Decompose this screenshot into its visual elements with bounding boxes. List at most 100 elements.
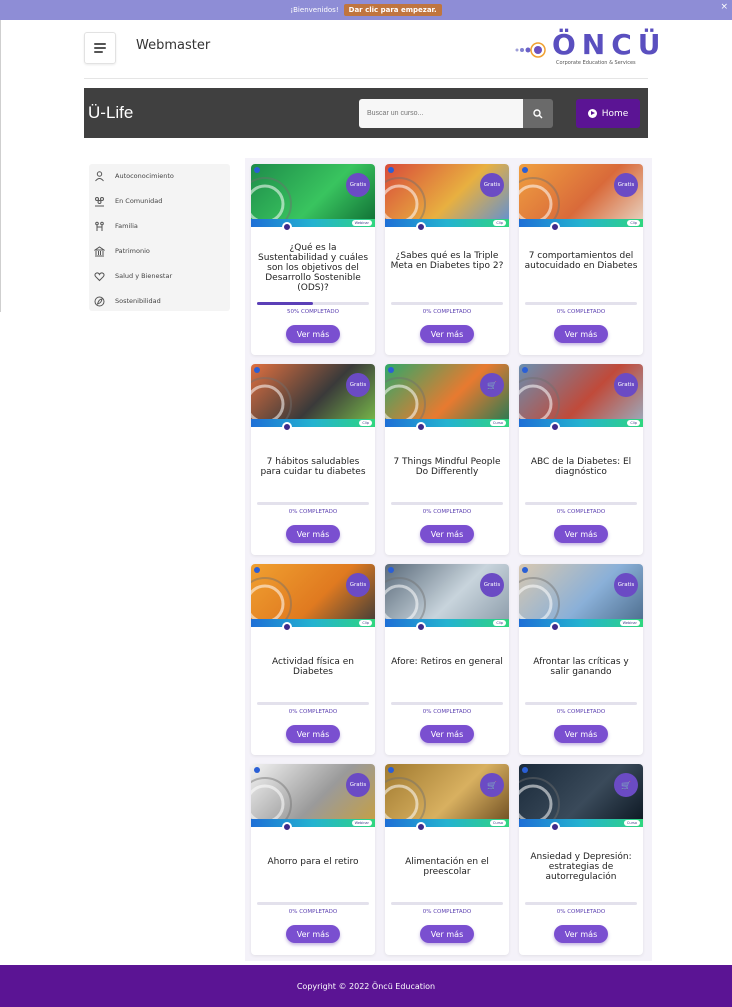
course-thumbnail[interactable]: Gratis — [251, 564, 375, 627]
progress-label: 0% COMPLETADO — [288, 709, 338, 715]
course-title[interactable]: 7 comportamientos del autocuidado en Dia… — [524, 251, 638, 271]
leaf-icon — [93, 295, 105, 307]
progress-label: 0% COMPLETADO — [556, 509, 606, 515]
course-type-label: Webinar — [351, 220, 372, 226]
course-title[interactable]: ABC de la Diabetes: El diagnóstico — [524, 457, 638, 477]
course-thumbnail[interactable]: Gratis — [385, 164, 509, 227]
progress-label: 50% COMPLETADO — [286, 309, 339, 315]
sidebar-item-label: Familia — [115, 222, 138, 230]
cart-icon[interactable]: 🛒 — [480, 373, 504, 397]
course-thumbnail[interactable]: Gratis — [519, 164, 643, 227]
course-thumbnail[interactable]: 🛒 — [385, 764, 509, 827]
course-card[interactable]: 🛒 Curso Ansiedad y Depresión: estrategia… — [519, 764, 643, 955]
progress-label: 0% COMPLETADO — [422, 509, 472, 515]
search-button[interactable] — [523, 99, 553, 128]
course-card[interactable]: Gratis Webinar Ahorro para el retiro 0% … — [251, 764, 375, 955]
hero-title: Ü-Life — [88, 103, 134, 122]
search-icon — [533, 108, 543, 118]
close-icon[interactable]: × — [720, 2, 728, 12]
logo-text: ÖNCÜ — [552, 28, 667, 61]
logo-dots-icon — [515, 42, 546, 58]
brand-logo[interactable]: ÖNCÜ Corporate Education & Services — [512, 28, 661, 70]
progress-fill — [257, 302, 313, 305]
sidebar-item-salud-y-bienestar[interactable]: Salud y Bienestar — [93, 266, 228, 286]
course-title[interactable]: 7 hábitos saludables para cuidar tu diab… — [256, 457, 370, 477]
view-more-button[interactable]: Ver más — [554, 925, 608, 943]
view-more-button[interactable]: Ver más — [554, 525, 608, 543]
course-title[interactable]: Ansiedad y Depresión: estrategias de aut… — [524, 852, 638, 882]
course-card[interactable]: Gratis Clip 7 hábitos saludables para cu… — [251, 364, 375, 555]
view-more-button[interactable]: Ver más — [420, 525, 474, 543]
thumbnail-dot — [550, 622, 560, 632]
course-card[interactable]: Gratis Webinar Afrontar las críticas y s… — [519, 564, 643, 755]
start-button[interactable]: Dar clic para empezar. — [343, 4, 442, 16]
view-more-button[interactable]: Ver más — [286, 725, 340, 743]
course-title[interactable]: 7 Things Mindful People Do Differently — [390, 457, 504, 477]
view-more-button[interactable]: Ver más — [554, 325, 608, 343]
sidebar-item-patrimonio[interactable]: Patrimonio — [93, 241, 228, 261]
progress-bar — [525, 302, 637, 305]
course-card[interactable]: 🛒 Curso Alimentación en el preescolar 0%… — [385, 764, 509, 955]
free-badge: Gratis — [346, 573, 370, 597]
course-title[interactable]: Actividad física en Diabetes — [256, 657, 370, 677]
sidebar-item-autoconocimiento[interactable]: Autoconocimiento — [93, 166, 228, 186]
course-thumbnail[interactable]: 🛒 — [385, 364, 509, 427]
course-type-label: Clip — [493, 220, 506, 226]
menu-button[interactable] — [84, 32, 116, 64]
menu-icon — [94, 43, 106, 45]
view-more-button[interactable]: Ver más — [286, 325, 340, 343]
course-card[interactable]: Gratis Webinar ¿Qué es la Sustentabilida… — [251, 164, 375, 355]
thumbnail-dot — [282, 222, 292, 232]
progress-bar — [257, 702, 369, 705]
course-thumbnail[interactable]: Gratis — [519, 564, 643, 627]
course-card[interactable]: Gratis Clip 7 comportamientos del autocu… — [519, 164, 643, 355]
course-title[interactable]: ¿Sabes qué es la Triple Meta en Diabetes… — [390, 251, 504, 271]
course-title[interactable]: Afrontar las críticas y salir ganando — [524, 657, 638, 677]
course-card[interactable]: Gratis Clip Afore: Retiros en general 0%… — [385, 564, 509, 755]
thumbnail-dot — [550, 222, 560, 232]
course-card[interactable]: Gratis Clip Actividad física en Diabetes… — [251, 564, 375, 755]
course-title[interactable]: Ahorro para el retiro — [256, 857, 370, 867]
bank-icon — [93, 245, 105, 257]
course-card[interactable]: Gratis Clip ¿Sabes qué es la Triple Meta… — [385, 164, 509, 355]
view-more-button[interactable]: Ver más — [286, 525, 340, 543]
course-thumbnail[interactable]: Gratis — [385, 564, 509, 627]
sidebar-item-familia[interactable]: Familia — [93, 216, 228, 236]
person-icon — [93, 170, 105, 182]
free-badge: Gratis — [346, 173, 370, 197]
site-title: Webmaster — [136, 38, 211, 53]
course-search-input[interactable] — [359, 99, 523, 128]
home-label: Home — [601, 108, 629, 119]
course-type-label: Webinar — [619, 620, 640, 626]
course-thumbnail[interactable]: Gratis — [251, 764, 375, 827]
thumbnail-dot — [282, 622, 292, 632]
progress-label: 0% COMPLETADO — [422, 909, 472, 915]
course-title[interactable]: Alimentación en el preescolar — [390, 857, 504, 877]
sidebar-item-label: Sostenibilidad — [115, 297, 161, 305]
home-button[interactable]: Home — [576, 99, 640, 128]
free-badge: Gratis — [346, 373, 370, 397]
course-thumbnail[interactable]: Gratis — [519, 364, 643, 427]
progress-bar — [257, 302, 369, 305]
progress-bar — [257, 502, 369, 505]
course-card[interactable]: 🛒 Curso 7 Things Mindful People Do Diffe… — [385, 364, 509, 555]
cart-icon[interactable]: 🛒 — [614, 773, 638, 797]
view-more-button[interactable]: Ver más — [420, 925, 474, 943]
course-title[interactable]: Afore: Retiros en general — [390, 657, 504, 667]
course-thumbnail[interactable]: Gratis — [251, 364, 375, 427]
sidebar-item-sostenibilidad[interactable]: Sostenibilidad — [93, 291, 228, 311]
view-more-button[interactable]: Ver más — [420, 325, 474, 343]
course-type-label: Curso — [489, 820, 506, 826]
course-type-label: Clip — [627, 220, 640, 226]
free-badge: Gratis — [346, 773, 370, 797]
cart-icon[interactable]: 🛒 — [480, 773, 504, 797]
view-more-button[interactable]: Ver más — [554, 725, 608, 743]
course-thumbnail[interactable]: Gratis — [251, 164, 375, 227]
sidebar-item-en-comunidad[interactable]: En Comunidad — [93, 191, 228, 211]
view-more-button[interactable]: Ver más — [286, 925, 340, 943]
course-thumbnail[interactable]: 🛒 — [519, 764, 643, 827]
view-more-button[interactable]: Ver más — [420, 725, 474, 743]
thumbnail-dot — [282, 822, 292, 832]
course-card[interactable]: Gratis Clip ABC de la Diabetes: El diagn… — [519, 364, 643, 555]
course-title[interactable]: ¿Qué es la Sustentabilidad y cuáles son … — [256, 243, 370, 293]
